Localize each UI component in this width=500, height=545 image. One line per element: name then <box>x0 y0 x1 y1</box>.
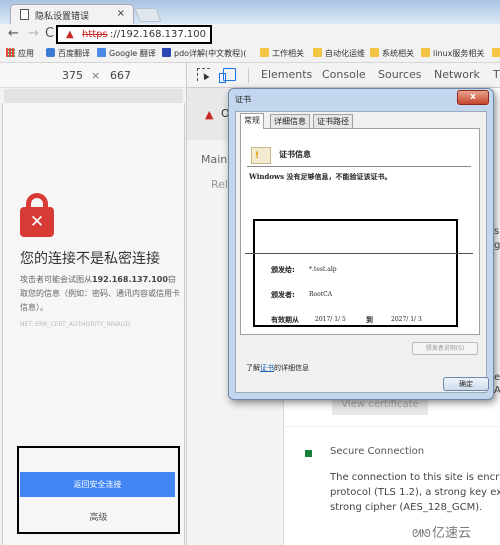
bookmarks-bar: 应用 百度翻译 Google 翻译 pdo详解(中文教程)( 工作相关 自动化运… <box>0 45 500 63</box>
sidebar-item-reload[interactable]: Rel <box>211 178 228 191</box>
folder-icon <box>370 48 379 57</box>
divider <box>247 166 471 167</box>
bookmark-folder-more[interactable] <box>492 48 500 58</box>
bookmark-folder-system[interactable]: 系统相关 <box>370 48 414 59</box>
bookmark-folder-automation[interactable]: 自动化运维 <box>313 48 365 59</box>
folder-icon <box>492 48 500 57</box>
dimension-times: × <box>91 69 101 82</box>
devtools-toolbar: Elements Console Sources Network Ti <box>186 63 500 88</box>
folder-icon <box>260 48 269 57</box>
device-mode-icon[interactable] <box>219 68 236 83</box>
panel-text-fragment: A <box>494 385 500 396</box>
folder-icon <box>421 48 430 57</box>
forward-button[interactable]: → <box>28 27 39 41</box>
bookmark-folder-linux[interactable]: linux服务相关 <box>421 48 484 59</box>
baidu-translate-icon <box>46 48 55 57</box>
secure-connection-title: Secure Connection <box>330 446 425 457</box>
error-title: 您的连接不是私密连接 <box>20 251 160 267</box>
secure-connection-description: The connection to this site is encry pro… <box>330 472 500 513</box>
divider <box>284 426 500 427</box>
not-secure-warning-icon[interactable]: ▲ <box>66 29 74 40</box>
address-bar[interactable]: ▲ https ://192.168.137.100 <box>56 25 212 44</box>
secure-status-icon <box>305 450 312 457</box>
dialog-close-button[interactable]: x <box>457 90 489 105</box>
window-titlebar: 隐私设置错误 × <box>0 0 500 24</box>
media-query-bar[interactable] <box>4 89 183 103</box>
tab-cert-path[interactable]: 证书路径 <box>313 114 353 128</box>
tab-details[interactable]: 详细信息 <box>270 114 310 128</box>
divider <box>245 253 473 254</box>
toolbar-divider <box>248 68 249 83</box>
tab-timeline[interactable]: Ti <box>493 68 500 81</box>
back-button[interactable]: ← <box>8 27 19 41</box>
valid-from-value: 2017/ 1/ 5 <box>315 316 346 323</box>
bookmark-google-translate[interactable]: Google 翻译 <box>97 48 156 59</box>
mobile-viewport: ✕ 您的连接不是私密连接 攻击者可能会试图从192.168.137.100窃取您… <box>2 103 185 545</box>
issued-to-value: *.test.alp <box>309 266 337 273</box>
issuer-statement-button[interactable]: 颁发者说明(S) <box>412 342 478 355</box>
url-scheme: https <box>82 29 108 40</box>
panel-text-fragment: g <box>494 240 500 251</box>
tab-sources[interactable]: Sources <box>378 68 422 81</box>
viewport-height[interactable]: 667 <box>110 69 131 82</box>
valid-from-label: 有效期从 <box>271 316 299 324</box>
issued-by-value: RootCA <box>309 291 333 298</box>
viewport-width[interactable]: 375 <box>62 69 83 82</box>
tab-close-button[interactable]: × <box>117 8 125 19</box>
apps-icon <box>6 48 15 57</box>
error-description: 攻击者可能会试图从192.168.137.100窃取您的信息（例如：密码、通讯内… <box>20 275 180 312</box>
lock-error-icon: ✕ <box>20 193 54 237</box>
learn-more-text: 了解证书的详细信息 <box>246 364 309 372</box>
tab-elements[interactable]: Elements <box>261 68 312 81</box>
valid-to-label: 到 <box>366 316 373 324</box>
issued-to-label: 颁发给: <box>271 266 295 274</box>
ok-button[interactable]: 确定 <box>443 377 489 391</box>
folder-icon <box>313 48 322 57</box>
cloud-logo-icon: ᘛᘚ <box>412 527 431 540</box>
bookmark-baidu-translate[interactable]: 百度翻译 <box>46 48 90 59</box>
watermark: ᘛᘚ亿速云 <box>412 526 472 541</box>
browser-tab[interactable]: 隐私设置错误 × <box>10 4 134 24</box>
warning-icon: ▲ <box>205 108 214 121</box>
error-code: NET::ERR_CERT_AUTHORITY_INVALID <box>20 321 131 328</box>
dialog-body: 常规 详细信息 证书路径 证书信息 Windows 没有足够信息，不能验证该证书… <box>235 111 487 393</box>
certificate-dialog: 证书 x 常规 详细信息 证书路径 证书信息 Windows 没有足够信息，不能… <box>228 88 494 400</box>
document-icon <box>20 9 29 20</box>
dialog-title: 证书 <box>235 95 251 104</box>
error-host: 192.168.137.100 <box>92 275 168 284</box>
browser-toolbar: ← → C ▲ https ://192.168.137.100 <box>0 24 500 45</box>
new-tab-button[interactable] <box>134 8 162 22</box>
highlight-box: 返回安全连接 高级 <box>17 446 180 534</box>
inspect-element-icon[interactable] <box>197 68 210 81</box>
panel-text-fragment: er <box>494 372 500 383</box>
google-translate-icon <box>97 48 106 57</box>
cert-validation-message: Windows 没有足够信息，不能验证该证书。 <box>249 172 392 181</box>
tab-title: 隐私设置错误 <box>35 12 90 22</box>
reload-button[interactable]: C <box>45 27 54 41</box>
advanced-button[interactable]: 高级 <box>19 508 178 528</box>
tab-network[interactable]: Network <box>434 68 480 81</box>
issued-by-label: 颁发者: <box>271 291 295 299</box>
certificate-warning-icon <box>251 147 271 164</box>
back-to-safety-button[interactable]: 返回安全连接 <box>20 472 175 497</box>
cert-info-header: 证书信息 <box>279 150 311 159</box>
paw-icon <box>162 48 171 57</box>
url-host: ://192.168.137.100 <box>110 29 206 40</box>
sidebar-item-main[interactable]: Main <box>201 153 227 166</box>
tab-console[interactable]: Console <box>322 68 366 81</box>
bookmark-pdo[interactable]: pdo详解(中文教程)( <box>162 48 246 59</box>
tab-general[interactable]: 常规 <box>240 113 264 129</box>
valid-to-value: 2027/ 1/ 3 <box>391 316 422 323</box>
panel-text-fragment: s <box>494 226 500 237</box>
device-toolbar: 375 × 667 <box>0 63 185 88</box>
bookmark-folder-work[interactable]: 工作相关 <box>260 48 304 59</box>
certificate-link[interactable]: 证书 <box>260 364 274 372</box>
bookmark-apps[interactable]: 应用 <box>6 48 34 59</box>
certificate-info-pane: 证书信息 Windows 没有足够信息，不能验证该证书。 颁发给: *.test… <box>240 128 480 335</box>
